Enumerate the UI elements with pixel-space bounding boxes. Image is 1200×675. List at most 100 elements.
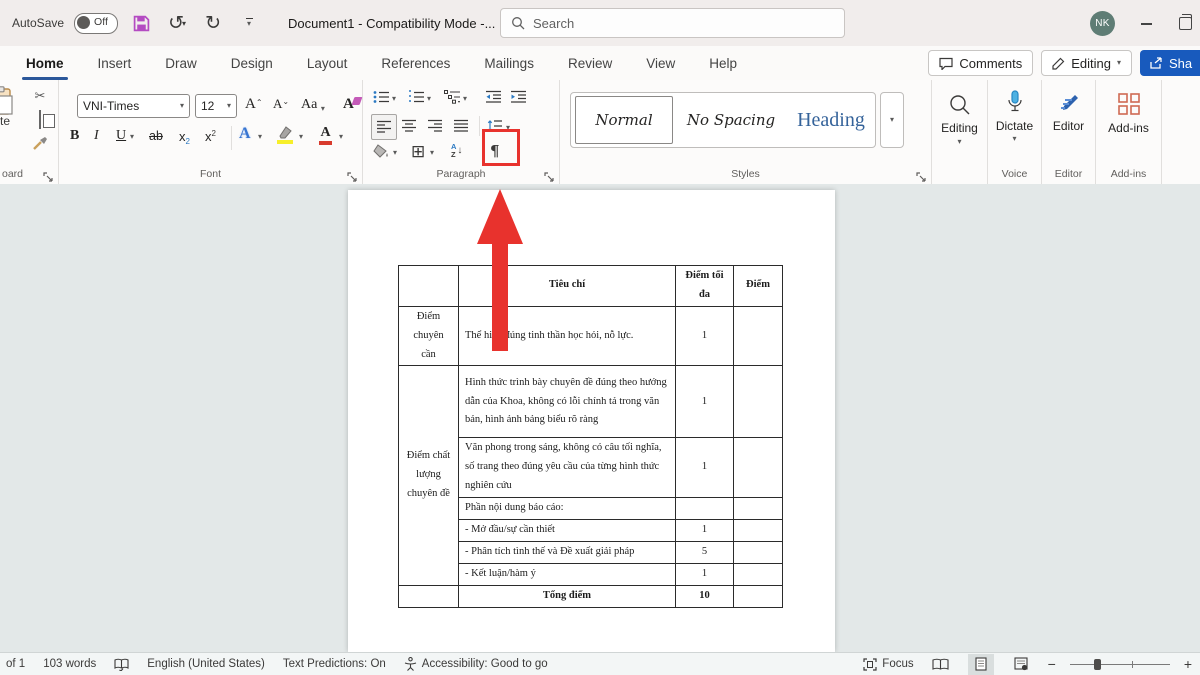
numbering-button[interactable] [408, 90, 425, 109]
redo-button[interactable]: ↻ [200, 8, 226, 38]
chevron-down-icon: ▾ [430, 148, 434, 157]
tab-help[interactable]: Help [707, 54, 739, 73]
tab-mailings[interactable]: Mailings [482, 54, 536, 73]
font-dialog-launcher[interactable] [347, 169, 357, 179]
copy-button[interactable] [39, 111, 41, 129]
align-left-button[interactable] [371, 114, 397, 140]
comments-button[interactable]: Comments [928, 50, 1033, 76]
search-placeholder: Search [533, 16, 574, 31]
zoom-slider-handle[interactable] [1094, 659, 1101, 670]
style-normal[interactable]: Normal [575, 96, 673, 144]
text-effects-glyph: A [239, 125, 251, 143]
font-color-dropdown[interactable]: ▾ [339, 133, 343, 141]
align-center-button[interactable] [401, 119, 417, 138]
minimize-button[interactable] [1141, 17, 1153, 29]
clear-formatting-button[interactable]: A [343, 96, 354, 113]
highlight-button[interactable] [277, 126, 293, 144]
italic-button[interactable]: I [94, 128, 99, 144]
tab-home[interactable]: Home [24, 54, 66, 73]
change-case-button[interactable]: Aa ▾ [301, 97, 325, 113]
proofing-status[interactable] [114, 658, 129, 671]
strikethrough-button[interactable]: ab [149, 129, 163, 143]
styles-group: Normal No Spacing Heading ▾ Styles [560, 80, 932, 184]
multilevel-list-button[interactable] [444, 90, 461, 109]
share-button[interactable]: Sha [1140, 50, 1200, 76]
sort-button[interactable]: A Z ↓ [451, 143, 462, 158]
editing-mode-button[interactable]: Editing ▾ [1041, 50, 1132, 76]
dictate-button[interactable]: Dictate ▾ [988, 90, 1041, 143]
grow-font-button[interactable]: A⌃ [245, 96, 263, 113]
align-right-button[interactable] [427, 119, 443, 138]
annotation-arrow-up [470, 185, 530, 355]
tab-references[interactable]: References [379, 54, 452, 73]
text-effects-dropdown[interactable]: ▾ [258, 133, 262, 141]
undo-button[interactable]: ↺ ▾ [164, 8, 190, 38]
page-indicator[interactable]: of 1 [6, 658, 25, 670]
sort-arrow-icon: ↓ [457, 145, 462, 156]
justify-button[interactable] [453, 119, 469, 138]
tab-insert[interactable]: Insert [96, 54, 134, 73]
tab-view[interactable]: View [644, 54, 677, 73]
shrink-font-button[interactable]: A⌄ [273, 96, 289, 112]
bullets-dropdown[interactable]: ▾ [392, 95, 396, 103]
tab-design[interactable]: Design [229, 54, 275, 73]
search-input[interactable]: Search [500, 8, 845, 38]
numbering-dropdown[interactable]: ▾ [427, 95, 431, 103]
editor-button[interactable]: Editor [1042, 92, 1095, 133]
numbering-icon [408, 90, 425, 104]
avatar[interactable]: NK [1090, 11, 1115, 36]
superscript-button[interactable]: x2 [205, 129, 216, 144]
borders-button[interactable]: ⊞ [411, 143, 425, 160]
divider [231, 126, 232, 150]
font-size-select[interactable]: 12 ▾ [195, 94, 237, 118]
font-name-select[interactable]: VNI-Times ▾ [77, 94, 190, 118]
styles-dialog-launcher[interactable] [916, 169, 926, 179]
format-painter-button[interactable] [32, 136, 48, 156]
clipboard-dialog-launcher[interactable] [43, 169, 53, 179]
accessibility-status[interactable]: Accessibility: Good to go [404, 657, 548, 671]
focus-label: Focus [882, 658, 913, 670]
zoom-in-button[interactable]: + [1184, 657, 1192, 671]
tab-layout[interactable]: Layout [305, 54, 350, 73]
tab-draw[interactable]: Draw [163, 54, 199, 73]
zoom-out-button[interactable]: − [1048, 657, 1056, 671]
shading-button[interactable] [373, 144, 390, 165]
paragraph-dialog-launcher[interactable] [544, 169, 554, 179]
editing-button[interactable]: Editing ▾ [932, 94, 987, 146]
bullets-button[interactable] [373, 90, 390, 109]
print-layout-button[interactable] [968, 654, 994, 675]
restore-button[interactable] [1179, 17, 1192, 30]
language-selector[interactable]: English (United States) [147, 658, 265, 670]
focus-button[interactable]: Focus [863, 658, 913, 671]
addins-button[interactable]: Add-ins [1096, 92, 1161, 135]
text-effects-button[interactable]: A [239, 125, 251, 143]
cut-button[interactable]: ✂ [35, 88, 46, 104]
styles-gallery: Normal No Spacing Heading [570, 92, 876, 148]
read-mode-button[interactable] [928, 654, 954, 675]
increase-indent-button[interactable] [510, 90, 527, 109]
underline-dropdown[interactable]: ▾ [130, 133, 134, 141]
word-count[interactable]: 103 words [43, 658, 96, 670]
bold-button[interactable]: B [70, 128, 79, 144]
multilevel-dropdown[interactable]: ▾ [463, 95, 467, 103]
font-color-button[interactable]: A [319, 126, 332, 145]
text-predictions[interactable]: Text Predictions: On [283, 658, 386, 670]
shading-dropdown[interactable]: ▾ [393, 149, 397, 157]
decrease-indent-button[interactable] [485, 90, 502, 109]
save-button[interactable] [128, 8, 154, 38]
style-heading[interactable]: Heading [791, 96, 871, 144]
style-no-spacing[interactable]: No Spacing [675, 96, 787, 144]
addins-group-label: Add-ins [1096, 168, 1161, 180]
underline-button[interactable]: U [116, 128, 126, 144]
highlight-dropdown[interactable]: ▾ [299, 133, 303, 141]
tab-review[interactable]: Review [566, 54, 614, 73]
zoom-slider[interactable] [1070, 657, 1170, 671]
autosave-toggle[interactable]: Off [74, 13, 118, 34]
web-layout-button[interactable] [1008, 654, 1034, 675]
document-page[interactable]: Tiêu chí Điểm tối đa Điểm Điểm chuyên cầ… [348, 190, 835, 652]
subscript-button[interactable]: x2 [179, 129, 190, 144]
editing-button-label: Editing [941, 121, 978, 135]
customize-toolbar-button[interactable]: ▾ [236, 8, 262, 38]
borders-dropdown[interactable]: ▾ [430, 149, 434, 157]
styles-more-button[interactable]: ▾ [880, 92, 904, 148]
